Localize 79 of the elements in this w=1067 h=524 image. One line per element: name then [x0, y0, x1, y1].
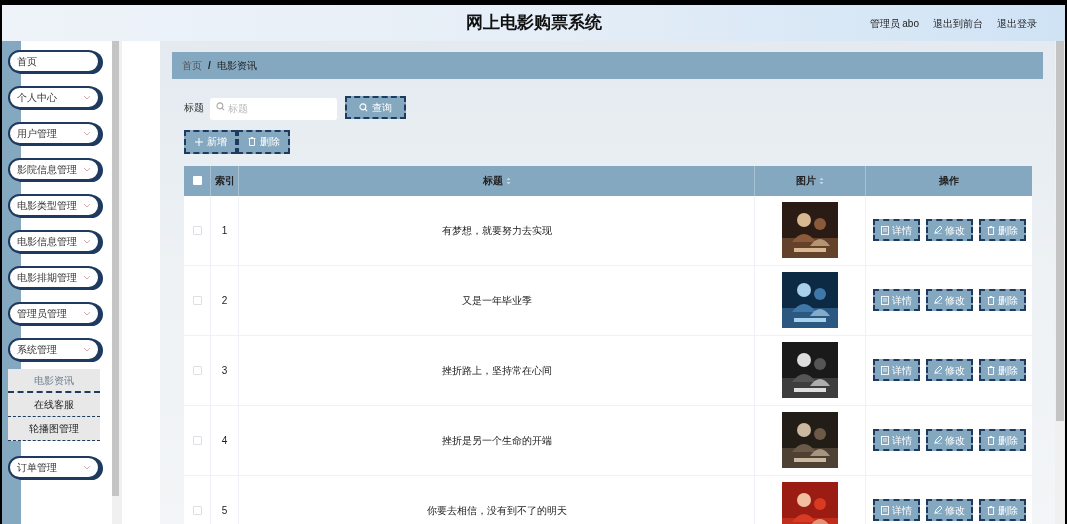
search-icon [359, 102, 368, 112]
edit-button[interactable]: 修改 [925, 359, 973, 381]
table-cell-text: 挫折是另一个生命的开端 [441, 433, 552, 448]
trash-icon [986, 505, 995, 515]
delete-button[interactable]: 删除 [978, 359, 1026, 381]
detail-button[interactable]: 详情 [872, 429, 920, 451]
delete-button[interactable]: 删除 [978, 429, 1026, 451]
breadcrumb-item: 电影资讯 [216, 59, 257, 73]
trash-icon [986, 435, 995, 445]
document-icon [880, 505, 889, 515]
row-checkbox[interactable] [192, 295, 202, 305]
trash-icon [247, 137, 256, 146]
row-checkbox[interactable] [192, 365, 202, 375]
pencil-icon [933, 226, 942, 234]
table-cell-text: 2 [221, 293, 228, 308]
document-icon [880, 435, 889, 445]
detail-button[interactable]: 详情 [872, 289, 920, 311]
menu-item[interactable]: 首页 [8, 50, 100, 73]
search-icon [216, 102, 225, 111]
delete-button[interactable]: 删除 [978, 499, 1026, 521]
document-icon [880, 225, 889, 235]
menu-item[interactable]: 电影信息管理 [8, 230, 100, 253]
table-cell-text: 4 [221, 433, 228, 448]
plus-icon [194, 137, 203, 146]
table-cell-text: 1 [221, 223, 228, 238]
menu-item[interactable]: 订单管理 [8, 456, 100, 479]
table-cell-text: 有梦想，就要努力去实现 [441, 223, 552, 238]
delete-button[interactable]: 删除 [978, 289, 1026, 311]
column-header[interactable]: 图片 [796, 173, 816, 188]
table-cell-text: 又是一年毕业季 [461, 293, 532, 308]
pencil-icon [933, 436, 942, 444]
breadcrumb-item[interactable]: 首页 [182, 58, 202, 73]
table-cell-text: 5 [221, 503, 228, 518]
edit-button[interactable]: 修改 [925, 289, 973, 311]
document-icon [880, 365, 889, 375]
row-checkbox[interactable] [192, 505, 202, 515]
column-header[interactable]: 标题 [482, 173, 503, 188]
pencil-icon [933, 366, 942, 374]
submenu-item[interactable]: 轮播图管理 [8, 417, 100, 441]
menu-item[interactable]: 电影排期管理 [8, 266, 100, 289]
submenu-item[interactable]: 电影资讯 [8, 369, 100, 393]
add-button[interactable]: 新增 [184, 129, 237, 154]
breadcrumb-separator: / [208, 59, 211, 73]
document-icon [880, 295, 889, 305]
header-link[interactable]: 退出到前台 [933, 15, 983, 31]
edit-button[interactable]: 修改 [925, 499, 973, 521]
select-all-checkbox[interactable] [192, 176, 202, 185]
pencil-icon [933, 296, 942, 304]
table-cell-text: 3 [221, 363, 228, 378]
trash-icon [986, 225, 995, 235]
search-field[interactable]: 标题 [210, 97, 337, 120]
delete-button[interactable]: 删除 [237, 129, 290, 154]
menu-item[interactable]: 个人中心 [8, 86, 100, 109]
column-header: 索引 [214, 174, 235, 188]
header-link[interactable]: 退出登录 [997, 15, 1037, 31]
detail-button[interactable]: 详情 [872, 499, 920, 521]
trash-icon [986, 295, 995, 305]
row-checkbox[interactable] [192, 435, 202, 445]
column-header: 操作 [939, 174, 959, 188]
edit-button[interactable]: 修改 [925, 429, 973, 451]
user-label[interactable]: 管理员 abo [869, 15, 919, 31]
menu-item[interactable]: 电影类型管理 [8, 194, 100, 217]
menu-item[interactable]: 管理员管理 [8, 302, 100, 325]
table-cell-text: 挫折路上，坚持常在心间 [441, 363, 552, 378]
delete-button[interactable]: 删除 [978, 219, 1026, 241]
trash-icon [986, 365, 995, 375]
submenu-item[interactable]: 在线客服 [8, 393, 100, 417]
field-label: 标题 [184, 100, 204, 115]
edit-button[interactable]: 修改 [925, 219, 973, 241]
table-cell-text: 你要去相信，没有到不了的明天 [426, 503, 567, 518]
menu-item[interactable]: 影院信息管理 [8, 158, 100, 181]
menu-item[interactable]: 系统管理 [8, 338, 100, 361]
app-title: 网上电影购票系统 [465, 12, 602, 35]
menu-item[interactable]: 用户管理 [8, 122, 100, 145]
detail-button[interactable]: 详情 [872, 219, 920, 241]
detail-button[interactable]: 详情 [872, 359, 920, 381]
search-button[interactable]: 查询 [345, 95, 406, 119]
row-checkbox[interactable] [192, 225, 202, 235]
pencil-icon [933, 506, 942, 514]
